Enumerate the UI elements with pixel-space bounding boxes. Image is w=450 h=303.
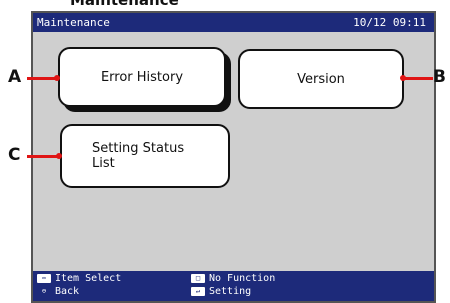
rectangle-button-icon: □ [191,274,205,283]
left-right-arrow-icon: ⇔ [37,274,51,283]
callout-b-dot [400,75,406,81]
clock: 10/12 09:11 [353,16,426,29]
footer-setting: ↵ Setting [191,286,251,297]
footer-no-function: □ No Function [191,273,275,284]
error-history-label: Error History [100,69,184,85]
callout-b-line [403,77,433,80]
callout-c-dot [56,153,62,159]
back-icon: ⊖ [41,287,47,295]
callout-b: B [433,67,446,87]
version-button[interactable]: Version [238,49,404,109]
no-function-label: No Function [209,273,276,284]
setting-status-list-button[interactable]: Setting Status List [60,124,230,188]
setting-status-label-line2: List [92,156,115,171]
callout-a-dot [54,75,60,81]
title-bar: Maintenance 10/12 09:11 [33,13,434,32]
version-label: Version [297,71,345,87]
footer-back: ⊖ Back [37,286,79,297]
footer-bar: ⇔ Item Select ⊖ Back □ No Function ↵ Set… [33,271,434,301]
setting-label: Setting [209,286,252,297]
screen-title: Maintenance [37,16,110,29]
back-label: Back [55,286,80,297]
setting-status-label-line1: Setting Status [92,141,185,156]
controller-screen: Maintenance 10/12 09:11 Error History Ve… [31,11,436,303]
callout-a: A [8,67,22,87]
callout-a-line [27,77,57,80]
enter-icon: ↵ [191,287,205,296]
page-caption: Maintenance [70,0,179,9]
error-history-button[interactable]: Error History [58,47,226,107]
footer-item-select: ⇔ Item Select [37,273,121,284]
callout-c: C [8,145,21,165]
item-select-label: Item Select [55,273,122,284]
